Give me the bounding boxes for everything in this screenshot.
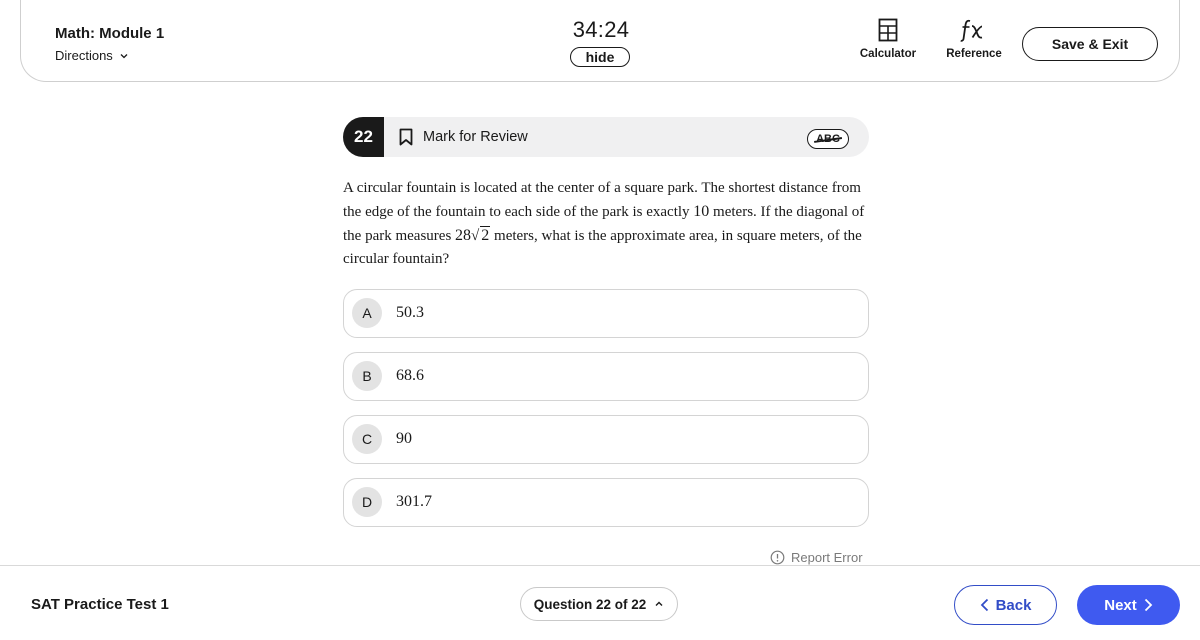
chevron-left-icon — [980, 598, 988, 612]
chevron-up-icon — [655, 601, 663, 606]
radical-sign-icon: √ — [471, 228, 480, 244]
answer-eliminator-toggle[interactable]: ABC — [807, 129, 849, 149]
answer-eliminator-label: ABC — [816, 133, 840, 145]
calculator-label: Calculator — [859, 48, 917, 60]
mark-for-review-button[interactable]: Mark for Review — [399, 117, 528, 157]
choice-letter: D — [352, 487, 382, 517]
chevron-right-icon — [1144, 598, 1153, 612]
info-circle-icon — [770, 550, 785, 565]
next-label: Next — [1104, 596, 1137, 614]
report-error-label: Report Error — [791, 550, 863, 565]
choice-letter: B — [352, 361, 382, 391]
choice-value: 90 — [396, 430, 412, 447]
choice-value: 301.7 — [396, 493, 432, 510]
bookmark-icon — [399, 128, 413, 146]
countdown-timer: 34:24 — [572, 17, 630, 42]
bottom-footer: SAT Practice Test 1 Question 22 of 22 Ba… — [0, 565, 1200, 640]
question-navigator-label: Question 22 of 22 — [533, 596, 647, 612]
save-exit-button[interactable]: Save & Exit — [1022, 27, 1158, 61]
module-title: Math: Module 1 — [55, 25, 165, 42]
question-navigator-button[interactable]: Question 22 of 22 — [520, 587, 678, 621]
question-number: 22 — [343, 117, 384, 157]
reference-button[interactable]: Reference — [938, 18, 1010, 60]
calculator-button[interactable]: Calculator — [854, 18, 922, 60]
answer-choice-c[interactable]: C 90 — [343, 415, 869, 464]
test-name: SAT Practice Test 1 — [31, 596, 169, 613]
reference-label: Reference — [946, 48, 1002, 60]
calculator-icon — [878, 18, 898, 42]
mark-for-review-label: Mark for Review — [423, 129, 528, 145]
answer-choice-d[interactable]: D 301.7 — [343, 478, 869, 527]
top-header: Math: Module 1 Directions 34:24 hide Cal… — [20, 0, 1180, 82]
choice-letter: C — [352, 424, 382, 454]
directions-toggle[interactable]: Directions — [55, 48, 129, 63]
question-stem: A circular fountain is located at the ce… — [343, 177, 873, 271]
directions-label: Directions — [55, 48, 113, 63]
fx-formula-icon — [960, 19, 983, 42]
square-root-expression: √ 2 — [471, 224, 491, 248]
math-number: 10 — [693, 203, 710, 220]
back-button[interactable]: Back — [954, 585, 1057, 625]
choice-value: 50.3 — [396, 304, 424, 321]
choice-value: 68.6 — [396, 367, 424, 384]
answer-choice-a[interactable]: A 50.3 — [343, 289, 869, 338]
answer-choice-b[interactable]: B 68.6 — [343, 352, 869, 401]
next-button[interactable]: Next — [1077, 585, 1180, 625]
math-coefficient: 28 — [455, 227, 472, 244]
question-header-bar: 22 Mark for Review ABC — [343, 117, 869, 157]
hide-timer-button[interactable]: hide — [570, 47, 630, 67]
radicand: 2 — [480, 226, 491, 244]
chevron-down-icon — [120, 53, 128, 58]
choice-letter: A — [352, 298, 382, 328]
report-error-link[interactable]: Report Error — [770, 550, 863, 565]
back-label: Back — [995, 596, 1032, 614]
